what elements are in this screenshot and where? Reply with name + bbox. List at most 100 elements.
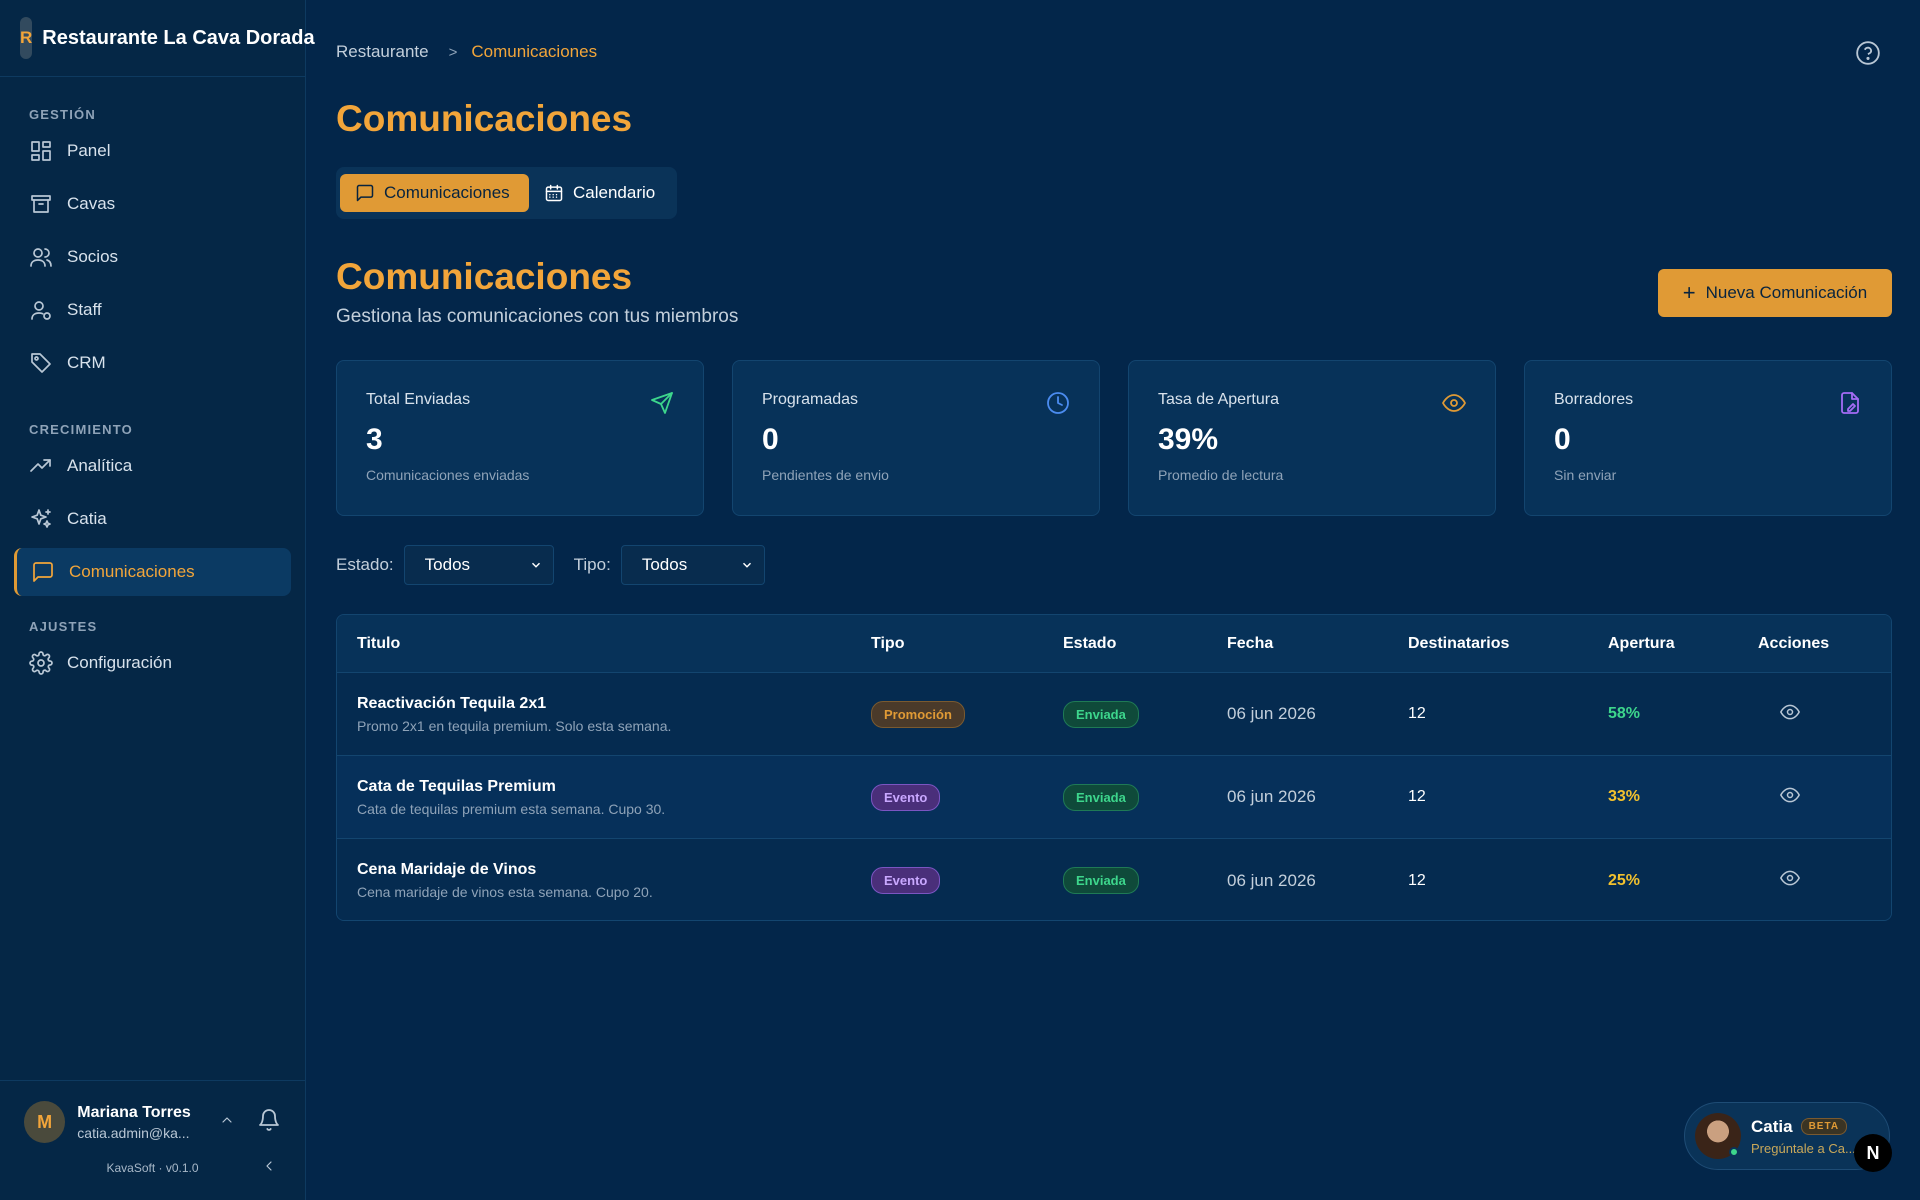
- status-badge: Enviada: [1063, 783, 1139, 811]
- sidebar-item-socios[interactable]: Socios: [14, 233, 291, 281]
- tab-calendario[interactable]: Calendario: [529, 174, 670, 212]
- row-title: Cena Maridaje de Vinos: [357, 861, 537, 878]
- brand-logo[interactable]: R: [20, 17, 33, 59]
- message-square-icon: [356, 184, 374, 202]
- column-header[interactable]: Destinatarios: [1408, 635, 1608, 653]
- assistant-avatar: [1695, 1113, 1741, 1159]
- row-recipients: 12: [1408, 788, 1426, 805]
- sidebar-item-configuracion[interactable]: Configuración: [14, 639, 291, 687]
- row-recipients: 12: [1408, 871, 1426, 889]
- corner-n-badge[interactable]: N: [1854, 1134, 1892, 1172]
- estado-select-value: Todos: [424, 555, 471, 574]
- view-eye-icon[interactable]: [1779, 787, 1801, 809]
- stat-note: Pendientes de envio: [762, 467, 889, 483]
- chevron-left-icon[interactable]: [261, 1158, 277, 1179]
- view-eye-icon[interactable]: [1779, 870, 1801, 892]
- stat-card-tasa-apertura: Tasa de Apertura 39% Promedio de lectura: [1128, 360, 1496, 516]
- row-recipients: 12: [1408, 705, 1426, 722]
- nav-section-gestion: GESTIÓN Panel Cavas Socios Staff CRM: [0, 102, 305, 387]
- column-header[interactable]: Estado: [1063, 635, 1227, 653]
- column-header[interactable]: Fecha: [1227, 635, 1408, 653]
- filters-bar: Estado: Todos Tipo: Todos: [336, 545, 765, 585]
- type-badge: Promoción: [871, 700, 965, 728]
- estado-select[interactable]: Todos: [403, 545, 554, 585]
- nav-heading: GESTIÓN: [29, 107, 96, 122]
- breadcrumb-current: Comunicaciones: [471, 42, 598, 61]
- brand: R Restaurante La Cava Dorada: [0, 0, 315, 77]
- row-description: Cena maridaje de vinos esta semana. Cupo…: [357, 884, 653, 900]
- column-header[interactable]: Apertura: [1608, 635, 1758, 653]
- breadcrumb-root[interactable]: Restaurante: [336, 42, 429, 62]
- nav-section-ajustes: AJUSTES Configuración: [0, 614, 305, 687]
- bell-icon[interactable]: [257, 1108, 281, 1137]
- assistant-name: Catia: [1751, 1116, 1793, 1136]
- view-eye-icon[interactable]: [1779, 704, 1801, 726]
- stat-value: 0: [1554, 423, 1571, 456]
- user-name: Mariana Torres: [77, 1103, 191, 1121]
- nav-heading: AJUSTES: [29, 619, 98, 634]
- table-header: Titulo Tipo Estado Fecha Destinatarios A…: [337, 615, 1891, 673]
- sidebar-item-comunicaciones[interactable]: Comunicaciones: [14, 548, 291, 596]
- status-badge: Enviada: [1063, 700, 1139, 728]
- send-icon: [650, 391, 674, 415]
- sidebar-item-analitica[interactable]: Analítica: [14, 442, 291, 490]
- status-badge: Enviada: [1063, 867, 1139, 894]
- avatar[interactable]: M: [24, 1101, 66, 1143]
- sidebar-item-catia[interactable]: Catia: [14, 495, 291, 543]
- gear-icon: [29, 651, 53, 675]
- tipo-select[interactable]: Todos: [620, 545, 765, 585]
- column-header: Acciones: [1758, 634, 1830, 652]
- table-body: Reactivación Tequila 2x1 Promo 2x1 en te…: [337, 673, 1891, 920]
- tipo-select-value: Todos: [641, 555, 688, 574]
- sidebar-item-label: CRM: [67, 353, 106, 372]
- sidebar-item-label: Catia: [67, 509, 107, 528]
- column-header[interactable]: Titulo: [337, 635, 871, 653]
- sidebar-item-label: Configuración: [67, 653, 172, 672]
- type-badge: Evento: [871, 867, 941, 894]
- filter-estado-label: Estado:: [336, 555, 394, 574]
- tab-label: Comunicaciones: [384, 183, 510, 202]
- brand-name[interactable]: Restaurante La Cava Dorada: [42, 27, 314, 50]
- breadcrumb: Restaurante > Comunicaciones: [336, 42, 597, 62]
- communications-table: Titulo Tipo Estado Fecha Destinatarios A…: [336, 614, 1892, 921]
- tab-comunicaciones[interactable]: Comunicaciones: [340, 174, 529, 212]
- user-box: M Mariana Torres catia.admin@ka... KavaS…: [0, 1080, 305, 1200]
- sidebar-item-cavas[interactable]: Cavas: [14, 180, 291, 228]
- sidebar-item-staff[interactable]: Staff: [14, 286, 291, 334]
- sidebar-item-label: Analítica: [67, 456, 133, 475]
- new-communication-button[interactable]: + Nueva Comunicación: [1658, 269, 1892, 317]
- sidebar-item-crm[interactable]: CRM: [14, 339, 291, 387]
- row-title: Cata de Tequilas Premium: [357, 777, 556, 795]
- user-email: catia.admin@ka...: [77, 1124, 190, 1141]
- view-tabs: Comunicaciones Calendario: [336, 167, 677, 219]
- version-text: KavaSoft · v0.1.0: [106, 1161, 199, 1175]
- sidebar-item-label: Socios: [67, 247, 119, 266]
- filter-tipo-label: Tipo:: [573, 555, 611, 574]
- stat-card-programadas: Programadas 0 Pendientes de envio: [732, 360, 1100, 516]
- users-icon: [30, 248, 52, 267]
- page-title: Comunicaciones: [336, 98, 633, 139]
- sidebar-item-label: Panel: [67, 141, 111, 160]
- table-row[interactable]: Reactivación Tequila 2x1 Promo 2x1 en te…: [337, 673, 1891, 756]
- table-row[interactable]: Cata de Tequilas Premium Cata de tequila…: [337, 756, 1891, 839]
- row-date: 06 jun 2026: [1227, 870, 1316, 890]
- grid-icon: [31, 141, 51, 161]
- file-edit-icon: [1838, 391, 1862, 415]
- column-header[interactable]: Tipo: [871, 635, 1063, 653]
- section-subtitle: Gestiona las comunicaciones con tus miem…: [336, 306, 739, 327]
- message-square-icon: [33, 562, 53, 582]
- sidebar-item-panel[interactable]: Panel: [14, 127, 291, 175]
- help-circle-icon[interactable]: [1855, 40, 1881, 66]
- type-badge: Evento: [871, 783, 941, 811]
- stat-value: 39%: [1158, 423, 1219, 456]
- clock-icon: [1046, 391, 1070, 415]
- user-info[interactable]: Mariana Torres catia.admin@ka...: [77, 1104, 207, 1141]
- section-title: Comunicaciones: [336, 256, 633, 297]
- row-title: Reactivación Tequila 2x1: [357, 694, 547, 712]
- archive-icon: [31, 195, 51, 213]
- nav-heading: CRECIMIENTO: [29, 422, 133, 437]
- table-row[interactable]: Cena Maridaje de Vinos Cena maridaje de …: [337, 839, 1891, 920]
- new-communication-label: Nueva Comunicación: [1705, 283, 1868, 302]
- eye-icon: [1442, 391, 1466, 415]
- chevron-up-icon[interactable]: [219, 1112, 235, 1133]
